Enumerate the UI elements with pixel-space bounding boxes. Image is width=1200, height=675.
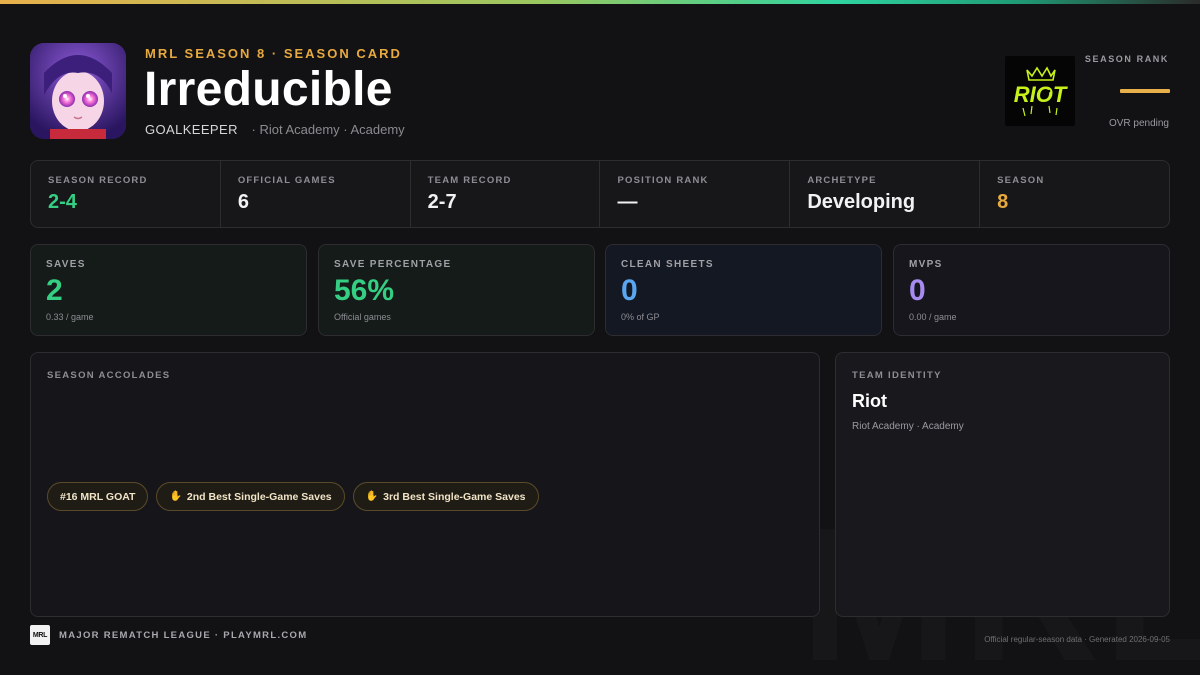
player-team: · Riot Academy · Academy — [251, 122, 405, 137]
season-rank-dash-icon — [1120, 89, 1170, 93]
stat-team-record: TEAM RECORD 2-7 — [411, 161, 601, 227]
player-name: Irreducible — [144, 63, 393, 116]
card-label: MVPS — [909, 259, 943, 270]
accolade-chip-2nd-saves[interactable]: ✋ 2nd Best Single-Game Saves — [156, 482, 345, 511]
stat-label: POSITION RANK — [617, 175, 709, 186]
season-accolades-panel: SEASON ACCOLADES #16 MRL GOAT ✋ 2nd Best… — [30, 352, 820, 617]
stat-label: TEAM RECORD — [427, 175, 512, 186]
team-identity-panel: TEAM IDENTITY Riot Riot Academy · Academ… — [835, 352, 1170, 617]
card-saves: SAVES 2 0.33 / game — [30, 244, 307, 336]
stat-archetype: ARCHETYPE Developing — [790, 161, 981, 227]
accolade-chip-3rd-saves[interactable]: ✋ 3rd Best Single-Game Saves — [352, 482, 539, 511]
footer-league: MAJOR REMATCH LEAGUE · PLAYMRL.COM — [59, 630, 308, 641]
season-rank-label: SEASON RANK — [1084, 54, 1169, 64]
team-name: Riot — [852, 391, 887, 411]
card-label: SAVE PERCENTAGE — [334, 259, 452, 270]
stat-value: 2-4 — [48, 191, 77, 213]
accolade-chip-goat[interactable]: #16 MRL GOAT — [47, 482, 149, 511]
season-card-eyebrow: MRL SEASON 8 · SEASON CARD — [145, 46, 402, 61]
team-logo: RIOT — [1005, 56, 1075, 126]
card-value: 0 — [621, 274, 638, 307]
accolade-text: #16 MRL GOAT — [60, 490, 136, 503]
player-subline: GOALKEEPER · Riot Academy · Academy — [145, 122, 405, 137]
anime-avatar-image — [30, 43, 126, 139]
panel-label: TEAM IDENTITY — [852, 370, 942, 381]
card-label: SAVES — [46, 259, 86, 270]
card-note: Official games — [334, 312, 391, 322]
stat-value: 2-7 — [427, 191, 457, 213]
footer-note: Official regular-season data · Generated… — [984, 635, 1170, 644]
panel-label: SEASON ACCOLADES — [47, 370, 171, 381]
glove-icon: ✋ — [365, 491, 379, 502]
accolade-text: 3rd Best Single-Game Saves — [383, 490, 526, 503]
stat-value: 8 — [997, 191, 1009, 213]
stat-value: — — [617, 191, 638, 213]
accolade-list: #16 MRL GOAT ✋ 2nd Best Single-Game Save… — [47, 482, 539, 511]
stat-position-rank: POSITION RANK — — [600, 161, 791, 227]
card-note: 0.00 / game — [909, 312, 957, 322]
team-logo-text: RIOT — [1014, 82, 1068, 107]
card-save-percentage: SAVE PERCENTAGE 56% Official games — [318, 244, 595, 336]
stat-label: ARCHETYPE — [807, 175, 877, 186]
accolade-text: 2nd Best Single-Game Saves — [186, 490, 332, 503]
top-accent-bar — [0, 0, 1200, 4]
glove-icon: ✋ — [169, 491, 182, 502]
player-position: GOALKEEPER — [145, 122, 238, 137]
stat-value: 6 — [237, 191, 249, 213]
mrl-logo: MRL — [30, 625, 50, 645]
stat-label: SEASON — [997, 175, 1045, 186]
team-sub: Riot Academy · Academy — [852, 421, 964, 432]
card-note: 0% of GP — [621, 312, 660, 322]
card-note: 0.33 / game — [46, 312, 94, 322]
card-label: CLEAN SHEETS — [621, 259, 714, 270]
stat-season-record: SEASON RECORD 2-4 — [31, 161, 221, 227]
stats-strip: SEASON RECORD 2-4 OFFICIAL GAMES 6 TEAM … — [30, 160, 1170, 228]
card-mvps: MVPS 0 0.00 / game — [893, 244, 1170, 336]
stat-label: SEASON RECORD — [48, 175, 148, 186]
card-clean-sheets: CLEAN SHEETS 0 0% of GP — [605, 244, 882, 336]
stat-official-games: OFFICIAL GAMES 6 — [221, 161, 411, 227]
season-rank-sub: OVR pending — [1108, 118, 1169, 129]
stat-season: SEASON 8 — [980, 161, 1169, 227]
card-value: 56% — [334, 274, 395, 307]
player-avatar — [30, 43, 126, 139]
stat-label: OFFICIAL GAMES — [237, 175, 336, 186]
stat-value: Developing — [807, 191, 916, 213]
card-value: 2 — [46, 274, 63, 307]
card-value: 0 — [909, 274, 926, 307]
